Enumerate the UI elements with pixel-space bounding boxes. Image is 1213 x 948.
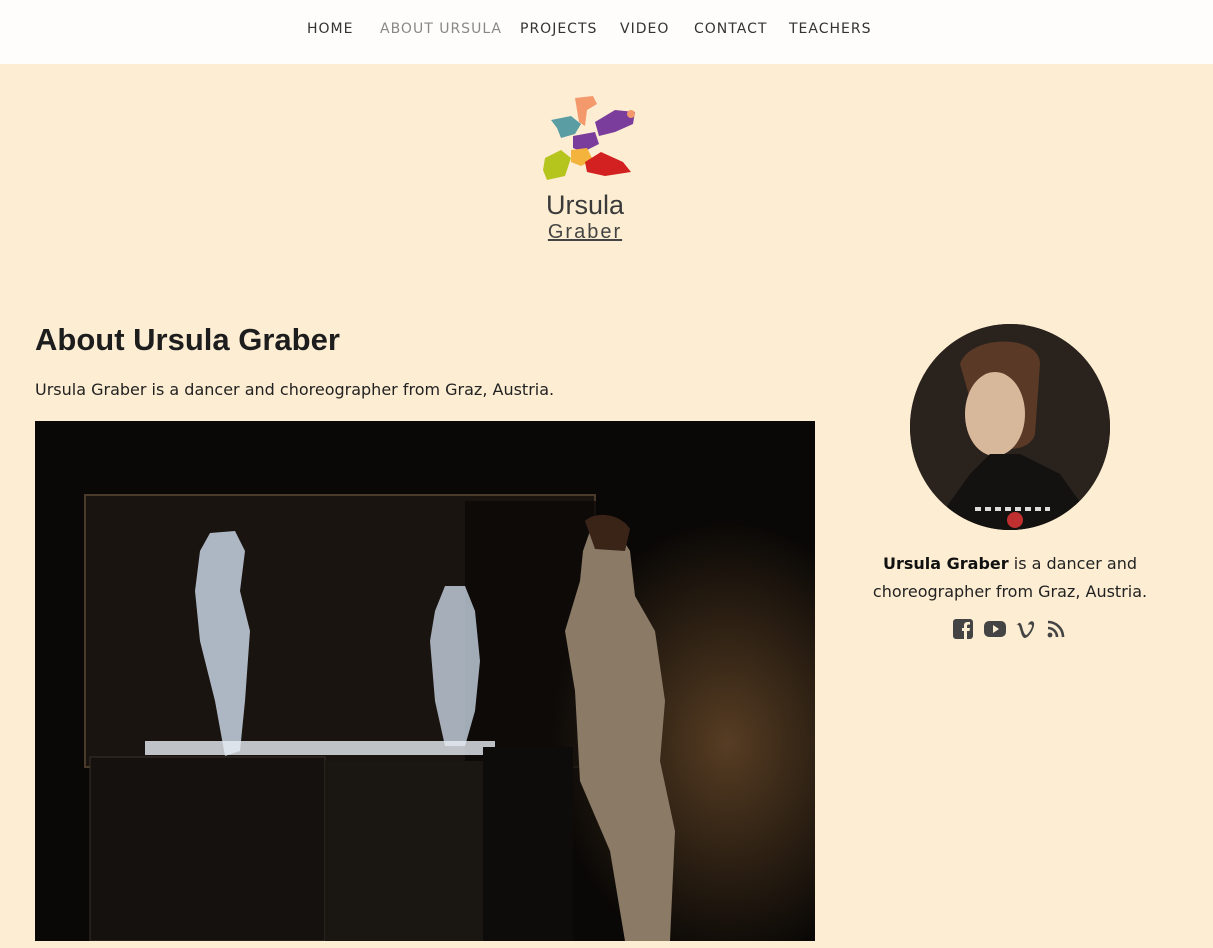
nav-about-ursula[interactable]: ABOUT URSULA xyxy=(380,21,502,37)
youtube-icon[interactable] xyxy=(983,618,1007,642)
logo-subtitle: Graber xyxy=(547,221,623,243)
facebook-icon[interactable] xyxy=(952,618,976,642)
rss-icon[interactable] xyxy=(1045,618,1069,642)
intro-text: Ursula Graber is a dancer and choreograp… xyxy=(35,380,555,399)
social-links xyxy=(950,618,1070,644)
nav-video[interactable]: VIDEO xyxy=(620,21,669,37)
nav-home[interactable]: HOME xyxy=(307,21,353,37)
performance-scene xyxy=(35,421,815,941)
page-title: About Ursula Graber xyxy=(35,322,340,357)
nav-projects[interactable]: PROJECTS xyxy=(520,21,597,37)
logo-name: Ursula xyxy=(545,190,625,220)
logo-figure-icon xyxy=(543,96,635,180)
bio-name: Ursula Graber xyxy=(882,554,1009,573)
nav-teachers[interactable]: TEACHERS xyxy=(789,21,872,37)
profile-portrait xyxy=(910,324,1110,530)
nav-contact[interactable]: CONTACT xyxy=(694,21,767,37)
site-logo[interactable]: Ursula Graber xyxy=(535,92,645,252)
bio-text: Ursula Graber is a dancer and choreograp… xyxy=(870,550,1150,606)
performance-photo xyxy=(35,421,815,941)
profile-avatar xyxy=(910,324,1110,530)
vimeo-icon[interactable] xyxy=(1014,618,1038,642)
top-navigation: HOME ABOUT URSULA PROJECTS VIDEO CONTACT… xyxy=(0,0,1213,64)
